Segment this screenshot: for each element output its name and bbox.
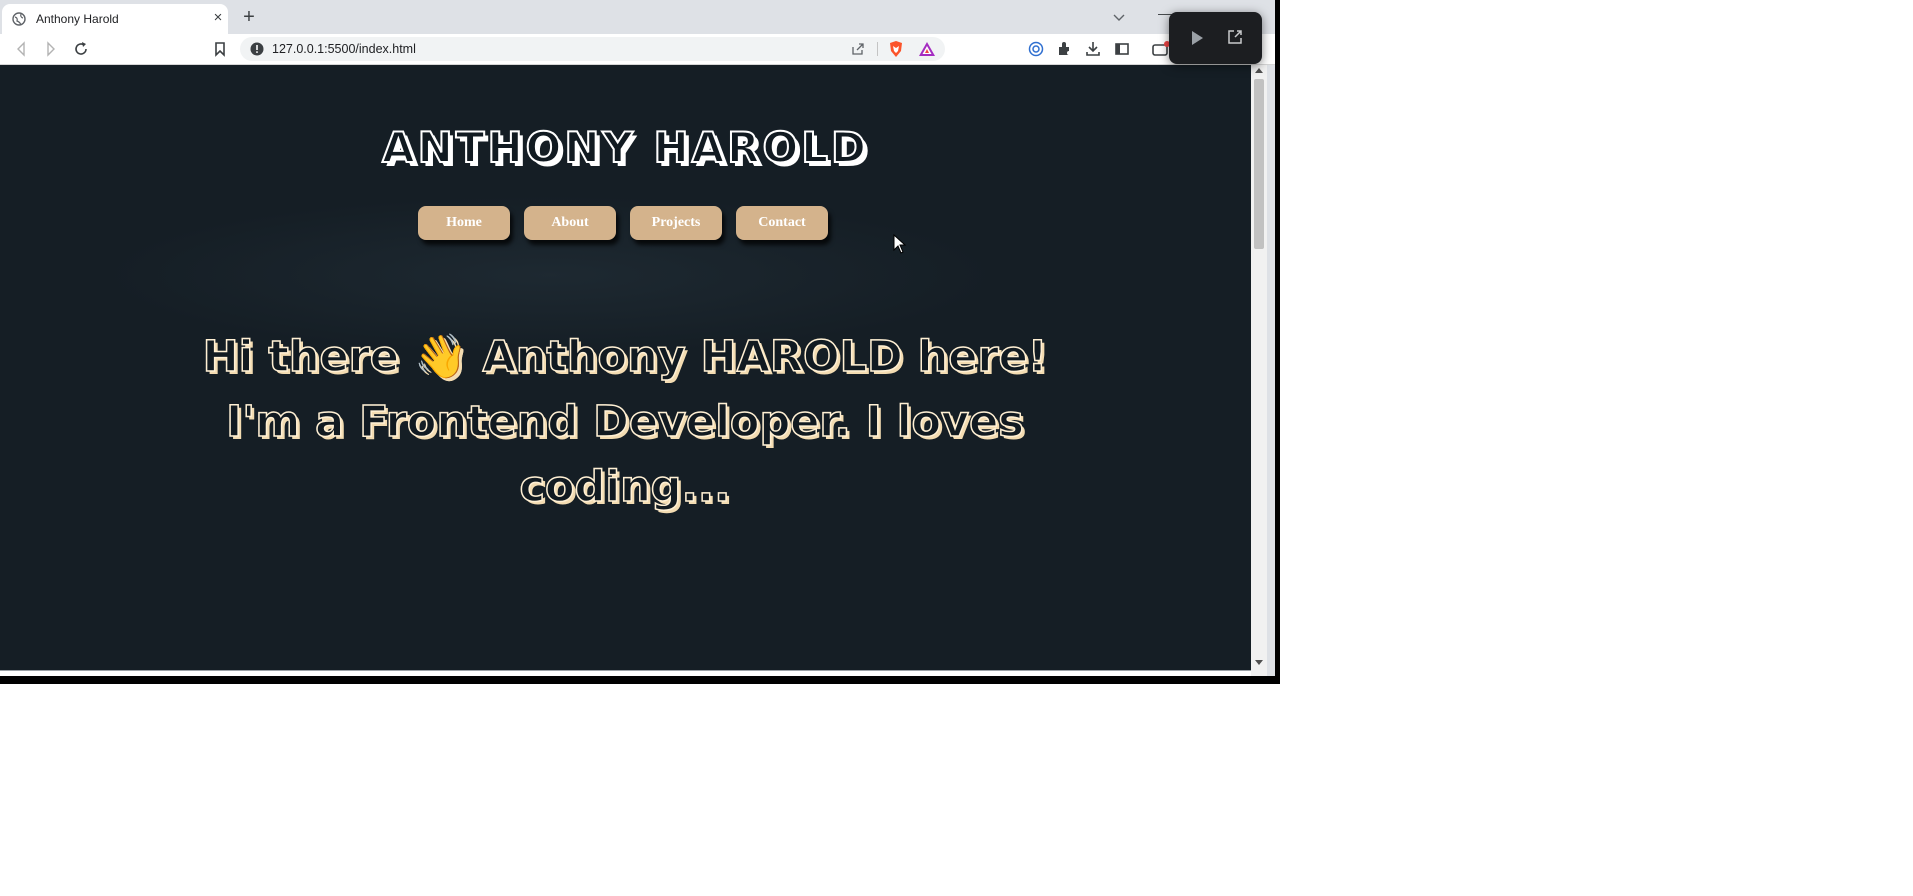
hero-line-1: Hi there 👋 Anthony HAROLD here!: [202, 331, 1048, 383]
tab-search-chevron-icon[interactable]: [1110, 8, 1128, 26]
vertical-scrollbar[interactable]: [1251, 65, 1267, 676]
scroll-down-arrow[interactable]: [1255, 660, 1263, 665]
new-tab-button[interactable]: +: [238, 6, 260, 28]
download-icon[interactable]: [1083, 39, 1103, 59]
bookmark-icon[interactable]: [210, 39, 230, 59]
extensions-icon[interactable]: [1054, 39, 1074, 59]
mouse-cursor-icon: [893, 234, 907, 254]
scroll-thumb[interactable]: [1254, 79, 1264, 249]
nav-about-button[interactable]: About: [524, 206, 616, 240]
nav-contact-button[interactable]: Contact: [736, 206, 828, 240]
hero-text: Hi there 👋 Anthony HAROLD here! I'm a Fr…: [150, 325, 1100, 520]
forward-icon[interactable]: [41, 39, 61, 59]
brave-rewards-icon[interactable]: [918, 40, 936, 58]
brave-shield-icon[interactable]: [887, 40, 905, 58]
hero-line-3: coding...: [519, 461, 731, 513]
share-icon[interactable]: [850, 41, 866, 57]
tab-strip: Anthony Harold × + —: [0, 0, 1275, 34]
nav-home-button[interactable]: Home: [418, 206, 510, 240]
back-icon[interactable]: [11, 39, 31, 59]
nav-projects-button[interactable]: Projects: [630, 206, 722, 240]
site-title: ANTHONY HAROLD: [381, 122, 869, 173]
address-bar[interactable]: 127.0.0.1:5500/index.html: [240, 37, 1186, 61]
scroll-up-arrow[interactable]: [1255, 68, 1263, 73]
popout-icon[interactable]: [1226, 28, 1244, 46]
tab-title: Anthony Harold: [36, 12, 119, 26]
globe-icon: [12, 12, 26, 26]
hero-line-2: I'm a Frontend Developer. I loves: [225, 396, 1024, 448]
wallet-icon[interactable]: [1150, 39, 1170, 59]
url-text[interactable]: 127.0.0.1:5500/index.html: [272, 42, 416, 56]
browser-window: Anthony Harold × + — 127.0.0.1:5500/inde…: [0, 0, 1275, 676]
sidebar-icon[interactable]: [1112, 39, 1132, 59]
viewport-bottom-edge: [0, 670, 1251, 676]
vpn-icon[interactable]: [1026, 39, 1046, 59]
tab-close-button[interactable]: ×: [209, 9, 227, 27]
address-bar-separator: [877, 42, 878, 56]
browser-toolbar: 127.0.0.1:5500/index.html: [0, 34, 1275, 65]
reload-icon[interactable]: [71, 39, 91, 59]
play-icon[interactable]: [1189, 29, 1205, 47]
tab-anthony-harold[interactable]: Anthony Harold ×: [2, 4, 228, 34]
info-icon[interactable]: [250, 42, 264, 56]
media-overlay: [1169, 12, 1262, 64]
